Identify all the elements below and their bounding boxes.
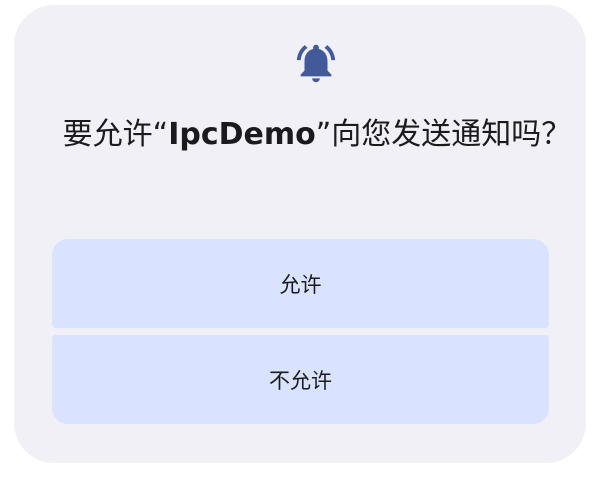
bell-ringing-icon — [296, 44, 336, 83]
dialog-title: 要允许“IpcDemo”向您发送通知吗？ — [54, 113, 580, 156]
title-suffix: ”向您发送通知吗？ — [315, 117, 572, 152]
deny-button[interactable]: 不允许 — [52, 335, 549, 424]
app-name: IpcDemo — [168, 117, 316, 152]
title-prefix: 要允许“ — [62, 117, 169, 152]
allow-button[interactable]: 允许 — [52, 239, 549, 328]
